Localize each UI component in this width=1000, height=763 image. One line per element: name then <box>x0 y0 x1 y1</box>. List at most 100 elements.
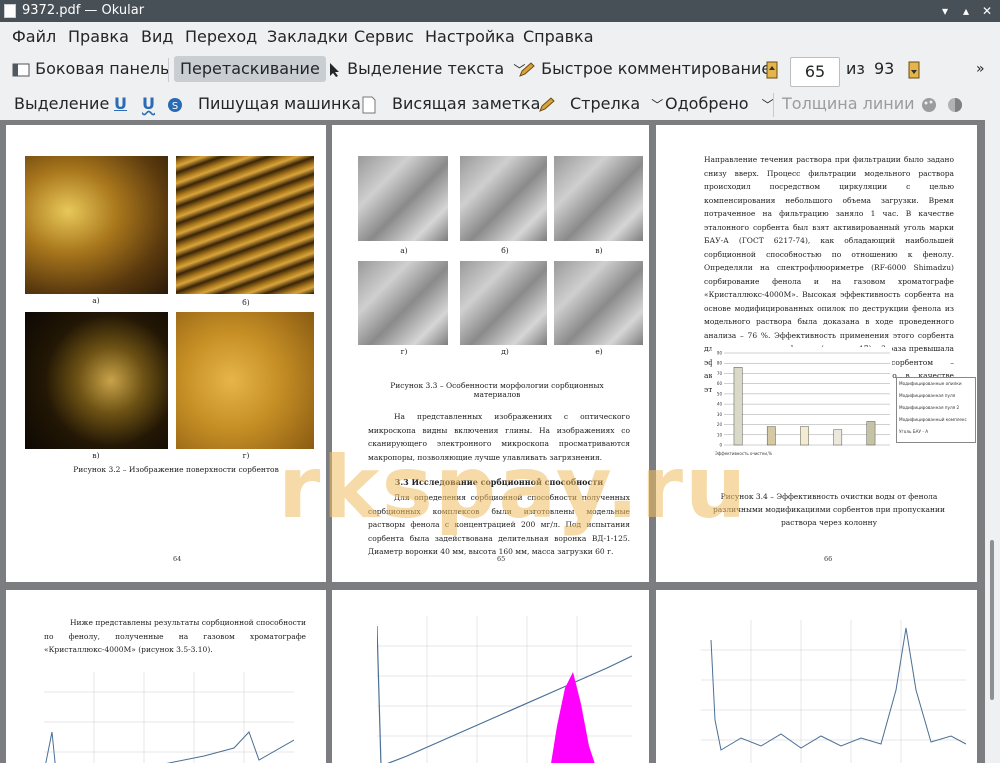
section-heading: 3.3 Исследование сорбционной способности <box>394 477 604 487</box>
sidebar-label: Боковая панель <box>35 59 170 78</box>
arrow-label: Стрелка <box>570 94 641 113</box>
chart-xlabel: Эффективность очистки,% <box>715 451 772 456</box>
chromatogram-chart <box>44 672 294 763</box>
scrollbar-thumb[interactable] <box>990 540 994 700</box>
legend-item: Модифицированная пуля <box>899 393 956 398</box>
y-tick-label: 90 <box>717 351 723 356</box>
figure-caption: Рисунок 3.4 – Эффективность очистки воды… <box>712 492 946 527</box>
window-title: 9372.pdf — Okular <box>22 3 145 18</box>
page-64: а) б) в) г) Рисунок 3.2 – Изображение по… <box>6 125 326 582</box>
browse-label: Перетаскивание <box>180 59 320 78</box>
sem-image <box>358 156 448 241</box>
previous-page-button[interactable] <box>766 56 778 82</box>
legend-item: Модифицированный комплекс <box>899 417 967 422</box>
legend-item: Модифицированная пуля 2 <box>899 405 960 410</box>
menu-edit[interactable]: Правка <box>68 27 129 46</box>
menu-view[interactable]: Вид <box>141 27 173 46</box>
toolbar-overflow-icon[interactable]: » <box>976 56 985 82</box>
sidebar-button[interactable]: Боковая панель <box>12 56 169 82</box>
arrow-button[interactable]: Стрелка ﹀ <box>570 91 663 117</box>
chart-legend: Модифицированные опилки Модифицированная… <box>896 377 976 443</box>
bar <box>866 421 876 446</box>
main-toolbar: Боковая панель Перетаскивание Выделение … <box>0 52 1000 87</box>
y-tick-label: 10 <box>717 432 723 437</box>
opacity-button[interactable] <box>946 91 964 117</box>
toolbar-separator <box>773 93 774 117</box>
previous-page-icon <box>766 61 778 78</box>
svg-text:S: S <box>172 101 178 112</box>
minimize-icon[interactable]: ▾ <box>936 2 954 20</box>
bar <box>833 429 843 446</box>
annotation-toolbar: Выделение U U S Пишущая машинка Висящая … <box>0 87 1000 121</box>
paragraph: Для определения сорбционной способности … <box>368 493 630 556</box>
chromatogram-chart <box>701 620 966 763</box>
chart-grid <box>701 620 966 763</box>
page-number: 64 <box>173 555 182 563</box>
paragraph: На представленных изображениях с оптичес… <box>368 412 630 462</box>
y-tick-label: 70 <box>717 371 723 376</box>
strikeout-button[interactable]: S <box>166 91 184 117</box>
chevron-down-icon: ﹀ <box>651 98 664 112</box>
chromatogram-line <box>45 731 294 763</box>
typewriter-button[interactable]: Пишущая машинка <box>198 91 361 117</box>
menu-go[interactable]: Переход <box>185 27 257 46</box>
strikeout-icon: S <box>168 97 182 112</box>
browse-tool-button[interactable]: Перетаскивание <box>174 56 326 82</box>
micrograph-image <box>176 156 314 294</box>
menu-bookmarks[interactable]: Закладки <box>267 27 348 46</box>
cursor-icon <box>330 62 339 77</box>
document-viewport[interactable]: а) б) в) г) Рисунок 3.2 – Изображение по… <box>0 120 985 763</box>
menu-help[interactable]: Справка <box>523 27 594 46</box>
freehand-button[interactable] <box>538 91 556 117</box>
highlight-button[interactable]: Выделение <box>14 91 109 117</box>
chart-grid <box>377 616 632 763</box>
legend-item: Модифицированные опилки <box>899 381 962 386</box>
window-titlebar: 9372.pdf — Okular ▾ ▴ ✕ <box>0 0 1000 22</box>
text-select-button[interactable]: Выделение текста ﹀ <box>328 56 525 82</box>
close-icon[interactable]: ✕ <box>978 2 996 20</box>
bar <box>733 367 743 446</box>
inline-note-button[interactable]: Висящая заметка <box>392 91 540 117</box>
quick-annotation-button[interactable]: Быстрое комментирование <box>518 56 771 82</box>
page-number-input[interactable]: 65 <box>790 57 840 87</box>
chevron-down-icon: ﹀ <box>761 98 774 112</box>
vertical-scrollbar[interactable] <box>985 120 1000 763</box>
stamp-label: Одобрено <box>665 94 749 113</box>
magenta-peak <box>551 672 595 763</box>
image-label: г) <box>242 451 250 460</box>
toolbar-separator <box>168 58 169 82</box>
next-page-button[interactable] <box>908 56 920 82</box>
opacity-icon <box>948 97 962 112</box>
chromatogram-chart <box>377 616 632 763</box>
micrograph-image <box>176 312 314 449</box>
y-tick-label: 60 <box>717 381 723 386</box>
popup-note-button[interactable] <box>362 91 376 117</box>
page-65: а) б) в) г) д) е) Рисунок 3.3 – Особенно… <box>332 125 649 582</box>
image-label: в) <box>595 246 603 255</box>
maximize-icon[interactable]: ▴ <box>957 2 975 20</box>
stamp-button[interactable]: Одобрено ﹀ <box>665 91 774 117</box>
page-total-label: 93 <box>874 59 895 78</box>
y-tick-label: 20 <box>717 422 723 427</box>
bar <box>800 426 809 446</box>
micrograph-image <box>25 156 168 294</box>
menu-settings[interactable]: Настройка <box>425 27 515 46</box>
line-width-button[interactable]: Толщина линии <box>782 91 915 117</box>
chart-grid <box>44 672 294 763</box>
menu-tools[interactable]: Сервис <box>354 27 414 46</box>
underline-icon[interactable]: U <box>114 91 127 117</box>
page-66: Направление течения раствора при фильтра… <box>656 125 977 582</box>
squiggle-icon[interactable]: U <box>142 91 155 117</box>
y-tick-label: 40 <box>717 402 723 407</box>
figure-caption: Рисунок 3.2 – Изображение поверхности со… <box>73 465 279 474</box>
menubar: Файл Правка Вид Переход Закладки Сервис … <box>0 22 1000 52</box>
sem-image <box>554 156 643 241</box>
menu-file[interactable]: Файл <box>12 27 56 46</box>
image-label: а) <box>92 296 100 305</box>
chromatogram-line <box>377 625 632 763</box>
image-label: г) <box>400 347 408 356</box>
sidebar-icon <box>12 63 30 76</box>
page-69 <box>656 590 977 763</box>
figure-caption: Рисунок 3.3 – Особенности морфологии сор… <box>390 381 604 399</box>
color-button[interactable] <box>920 91 938 117</box>
